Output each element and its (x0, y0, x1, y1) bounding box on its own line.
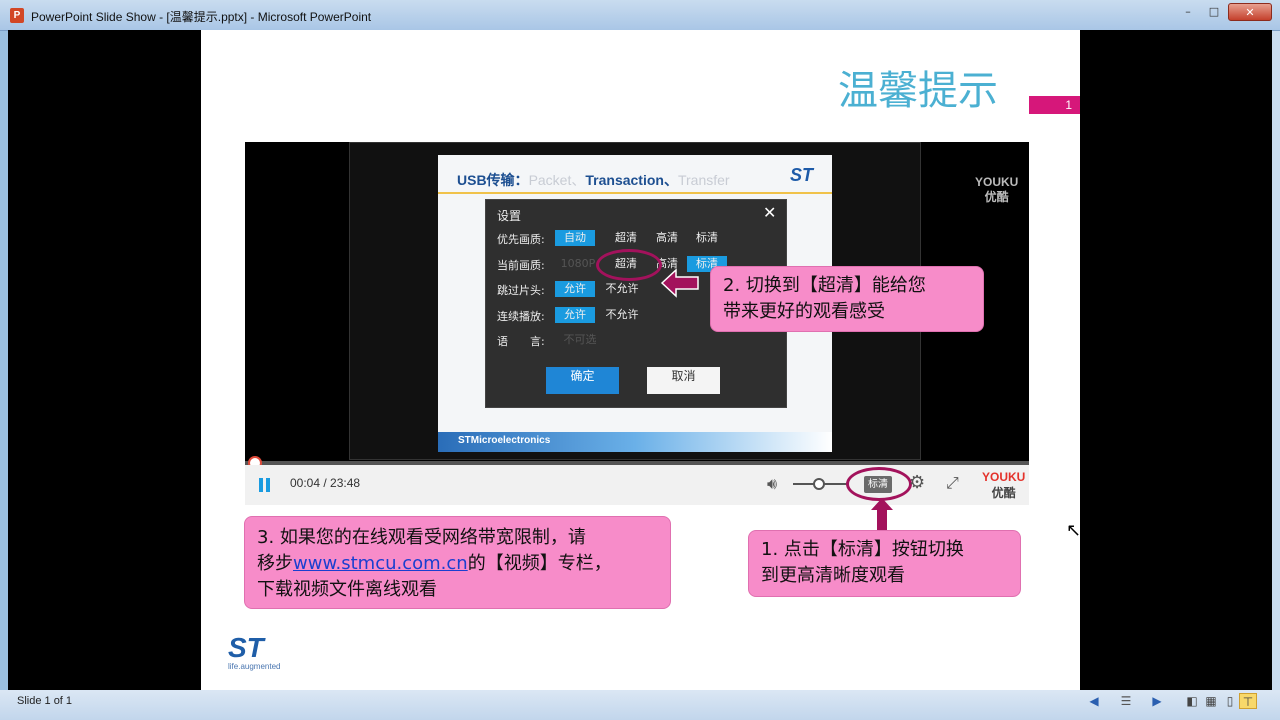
option-allow[interactable]: 允许 (555, 281, 595, 297)
arrow-left-icon (660, 268, 699, 298)
reading-view-icon[interactable]: ▯ (1221, 693, 1239, 709)
callout-step-1: 1. 点击【标清】按钮切换 到更高清晰度观看 (748, 530, 1021, 597)
heading-packet: Packet、 (528, 172, 586, 188)
option-disallow[interactable]: 不允许 (600, 307, 644, 323)
gear-icon[interactable]: ⚙ (909, 472, 925, 493)
callout-line: 带来更好的观看感受 (723, 301, 885, 322)
row-label: 跳过片头: (497, 284, 545, 297)
youku-logo[interactable]: YOUKU 优酷 (982, 470, 1025, 501)
window-title: PowerPoint Slide Show - [温馨提示.pptx] - Mi… (31, 10, 372, 24)
option-disallow[interactable]: 不允许 (600, 281, 644, 297)
confirm-button[interactable]: 确定 (546, 367, 619, 394)
slide-counter: Slide 1 of 1 (17, 695, 73, 707)
mouse-cursor: ↖ (1066, 520, 1082, 541)
callout-line: 3. 如果您的在线观看受网络带宽限制，请 (257, 527, 586, 548)
youku-text: YOUKU (982, 470, 1026, 484)
pause-icon[interactable] (259, 477, 273, 492)
heading-underline (438, 192, 832, 194)
inner-footer-text: STMicroelectronics (458, 435, 551, 446)
slideshow-view-icon[interactable]: ⊤ (1239, 693, 1257, 709)
option-auto[interactable]: 自动 (555, 230, 595, 246)
highlight-ring (846, 467, 912, 501)
minimize-button[interactable]: – (1175, 3, 1201, 21)
row-label: 优先画质: (497, 233, 545, 246)
option-allow[interactable]: 允许 (555, 307, 595, 323)
callout-line: 下载视频文件离线观看 (257, 579, 437, 600)
callout-line: 1. 点击【标清】按钮切换 (761, 539, 964, 560)
option-1080p[interactable]: 1080P (558, 256, 598, 272)
callout-step-2: 2. 切换到【超清】能给您 带来更好的观看感受 (710, 266, 984, 332)
youku-watermark: YOUKU 优酷 (975, 175, 1018, 205)
stmcu-link[interactable]: www.stmcu.com.cn (293, 553, 468, 574)
callout-line: 到更高清晰度观看 (761, 565, 905, 586)
next-slide-icon[interactable]: ▶ (1148, 693, 1166, 709)
dialog-title: 设置 (497, 209, 522, 223)
callout-text: 移步 (257, 553, 293, 574)
heading-prefix: USB传输： (457, 172, 529, 188)
cancel-button[interactable]: 取消 (647, 367, 720, 394)
normal-view-icon[interactable]: ◧ (1183, 693, 1201, 709)
option-sd[interactable]: 标清 (689, 230, 725, 246)
option-unavailable: 不可选 (563, 333, 597, 346)
row-label: 连续播放: (497, 310, 545, 323)
callout-step-3: 3. 如果您的在线观看受网络带宽限制，请 移步www.stmcu.com.cn的【… (244, 516, 671, 609)
row-label: 语 言: (497, 335, 545, 348)
fullscreen-icon[interactable]: ⤢ (946, 473, 959, 493)
youku-cn: 优酷 (991, 486, 1016, 500)
slide-number-tag: 1 (1029, 96, 1080, 114)
heading-transaction: Transaction、 (585, 172, 678, 188)
heading-transfer: Transfer (677, 172, 730, 188)
previous-slide-icon[interactable]: ◀ (1085, 693, 1103, 709)
slide-menu-icon[interactable]: ☰ (1117, 693, 1135, 709)
watermark-line2: 优酷 (984, 190, 1009, 204)
row-label: 当前画质: (497, 259, 545, 272)
st-logo-mark: ST (228, 632, 264, 663)
highlight-ring (596, 249, 662, 281)
dialog-close-icon[interactable]: ✕ (763, 203, 776, 222)
inner-st-logo: ST (790, 165, 814, 185)
callout-text: 的【视频】专栏， (467, 553, 612, 574)
maximize-button[interactable]: □ (1201, 3, 1227, 21)
volume-handle[interactable] (813, 478, 825, 490)
callout-line: 移步www.stmcu.com.cn的【视频】专栏， (257, 551, 658, 577)
option-hd[interactable]: 高清 (649, 230, 685, 246)
powerpoint-app-icon[interactable]: P (10, 8, 24, 23)
close-button[interactable]: ✕ (1228, 3, 1272, 21)
inner-slide-heading: USB传输：Packet、Transaction、Transfer (457, 170, 730, 190)
playback-time: 00:04 / 23:48 (290, 476, 361, 490)
slide-sorter-icon[interactable]: ▦ (1202, 693, 1220, 709)
slide-title: 温馨提示 (838, 68, 998, 114)
st-logo-tagline: life.augmented (228, 662, 281, 671)
volume-icon[interactable]: 🔊︎ (767, 474, 777, 494)
callout-line: 2. 切换到【超清】能给您 (723, 275, 926, 296)
option-super-hd[interactable]: 超清 (608, 230, 644, 246)
arrow-up-icon (871, 498, 893, 530)
watermark-line1: YOUKU (975, 175, 1019, 189)
st-logo: ST life.augmented (228, 632, 281, 672)
